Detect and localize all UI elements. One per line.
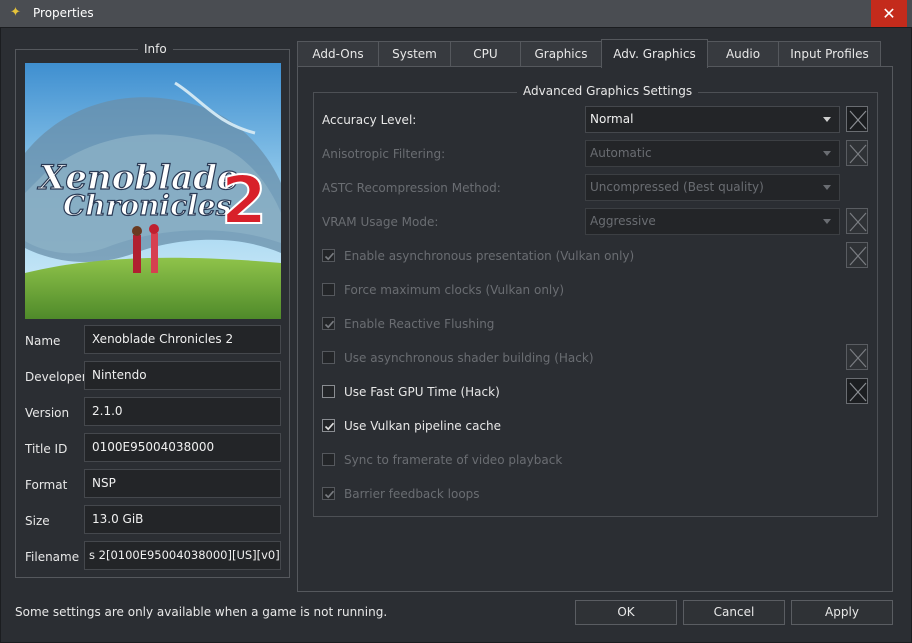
window-title: Properties bbox=[33, 6, 94, 20]
info-label-developer: Developer bbox=[25, 370, 87, 384]
size-field[interactable]: 13.0 GiB bbox=[84, 505, 281, 534]
sync-framerate-label: Sync to framerate of video playback bbox=[344, 453, 563, 467]
vulkan-pipeline-cache-label: Use Vulkan pipeline cache bbox=[344, 419, 502, 433]
info-group-title: Info bbox=[138, 42, 173, 56]
apply-button[interactable]: Apply bbox=[791, 600, 893, 625]
async-presentation-label: Enable asynchronous presentation (Vulkan… bbox=[344, 249, 635, 263]
fast-gpu-time-label: Use Fast GPU Time (Hack) bbox=[344, 385, 500, 399]
fast-gpu-time-checkbox[interactable] bbox=[322, 385, 335, 398]
reactive-flushing-checkbox[interactable] bbox=[322, 317, 335, 330]
dropdown-arrow-icon bbox=[823, 219, 831, 224]
anisotropic-filtering-label: Anisotropic Filtering: bbox=[322, 147, 446, 161]
tab-adv-graphics[interactable]: Adv. Graphics bbox=[601, 39, 708, 68]
vram-usage-mode-value: Aggressive bbox=[590, 214, 656, 228]
app-icon: ✦ bbox=[10, 5, 21, 20]
accuracy-level-combo[interactable]: Normal bbox=[585, 106, 840, 133]
checkmark-icon bbox=[324, 490, 335, 499]
status-note: Some settings are only available when a … bbox=[15, 605, 388, 619]
reset-x-icon bbox=[849, 110, 867, 130]
tab-graphics[interactable]: Graphics bbox=[520, 41, 602, 67]
astc-recompression-value: Uncompressed (Best quality) bbox=[590, 180, 764, 194]
info-label-name: Name bbox=[25, 334, 61, 348]
format-field[interactable]: NSP bbox=[84, 469, 281, 498]
reset-x-icon bbox=[849, 382, 867, 402]
anisotropic-filtering-reset-button[interactable] bbox=[846, 140, 868, 166]
fast-gpu-time-reset-button[interactable] bbox=[846, 378, 868, 404]
tab-input-profiles[interactable]: Input Profiles bbox=[778, 41, 881, 67]
ok-button[interactable]: OK bbox=[575, 600, 677, 625]
async-presentation-checkbox[interactable] bbox=[322, 249, 335, 262]
reset-x-icon bbox=[849, 144, 867, 164]
filename-field[interactable]: s 2[0100E95004038000][US][v0].nsp bbox=[84, 541, 281, 570]
tab-system[interactable]: System bbox=[378, 41, 451, 67]
checkmark-icon bbox=[324, 252, 335, 261]
checkmark-icon bbox=[324, 320, 335, 329]
anisotropic-filtering-value: Automatic bbox=[590, 146, 652, 160]
info-label-filename: Filename bbox=[25, 550, 80, 564]
barrier-feedback-loops-label: Barrier feedback loops bbox=[344, 487, 480, 501]
astc-recompression-combo[interactable]: Uncompressed (Best quality) bbox=[585, 174, 840, 201]
name-field[interactable]: Xenoblade Chronicles 2 bbox=[84, 325, 281, 354]
tab-cpu[interactable]: CPU bbox=[450, 41, 521, 67]
vram-usage-mode-label: VRAM Usage Mode: bbox=[322, 215, 439, 229]
close-icon: ✕ bbox=[882, 4, 896, 23]
reset-x-icon bbox=[849, 246, 867, 266]
accuracy-level-label: Accuracy Level: bbox=[322, 113, 417, 127]
barrier-feedback-loops-checkbox[interactable] bbox=[322, 487, 335, 500]
info-label-title-id: Title ID bbox=[25, 442, 68, 456]
force-max-clocks-label: Force maximum clocks (Vulkan only) bbox=[344, 283, 565, 297]
close-button[interactable]: ✕ bbox=[871, 0, 907, 27]
info-label-size: Size bbox=[25, 514, 50, 528]
title-id-field[interactable]: 0100E95004038000 bbox=[84, 433, 281, 462]
async-shader-building-reset-button[interactable] bbox=[846, 344, 868, 370]
reset-x-icon bbox=[849, 348, 867, 368]
vulkan-pipeline-cache-checkbox[interactable] bbox=[322, 419, 335, 432]
advanced-graphics-title: Advanced Graphics Settings bbox=[517, 84, 699, 98]
cover-title-number: 2 bbox=[221, 162, 267, 239]
title-bar: ✦ Properties ✕ bbox=[0, 0, 912, 28]
force-max-clocks-checkbox[interactable] bbox=[322, 283, 335, 296]
developer-field[interactable]: Nintendo bbox=[84, 361, 281, 390]
vram-usage-mode-combo[interactable]: Aggressive bbox=[585, 208, 840, 235]
info-label-format: Format bbox=[25, 478, 68, 492]
version-field[interactable]: 2.1.0 bbox=[84, 397, 281, 426]
dropdown-arrow-icon bbox=[823, 151, 831, 156]
reset-x-icon bbox=[849, 212, 867, 232]
accuracy-level-value: Normal bbox=[590, 112, 634, 126]
info-label-version: Version bbox=[25, 406, 70, 420]
cover-title-line2: Chronicles bbox=[63, 189, 232, 222]
reactive-flushing-label: Enable Reactive Flushing bbox=[344, 317, 495, 331]
cancel-button[interactable]: Cancel bbox=[683, 600, 785, 625]
vram-usage-mode-reset-button[interactable] bbox=[846, 208, 868, 234]
checkmark-icon bbox=[324, 422, 335, 431]
accuracy-level-reset-button[interactable] bbox=[846, 106, 868, 132]
dropdown-arrow-icon bbox=[823, 117, 831, 122]
sync-framerate-checkbox[interactable] bbox=[322, 453, 335, 466]
async-shader-building-label: Use asynchronous shader building (Hack) bbox=[344, 351, 594, 365]
anisotropic-filtering-combo[interactable]: Automatic bbox=[585, 140, 840, 167]
async-shader-building-checkbox[interactable] bbox=[322, 351, 335, 364]
async-presentation-reset-button[interactable] bbox=[846, 242, 868, 268]
dropdown-arrow-icon bbox=[823, 185, 831, 190]
game-cover-image: Xenoblade Chronicles 2 bbox=[25, 63, 281, 319]
tab-audio[interactable]: Audio bbox=[707, 41, 779, 67]
tab-add-ons[interactable]: Add-Ons bbox=[297, 41, 379, 67]
astc-recompression-label: ASTC Recompression Method: bbox=[322, 181, 501, 195]
